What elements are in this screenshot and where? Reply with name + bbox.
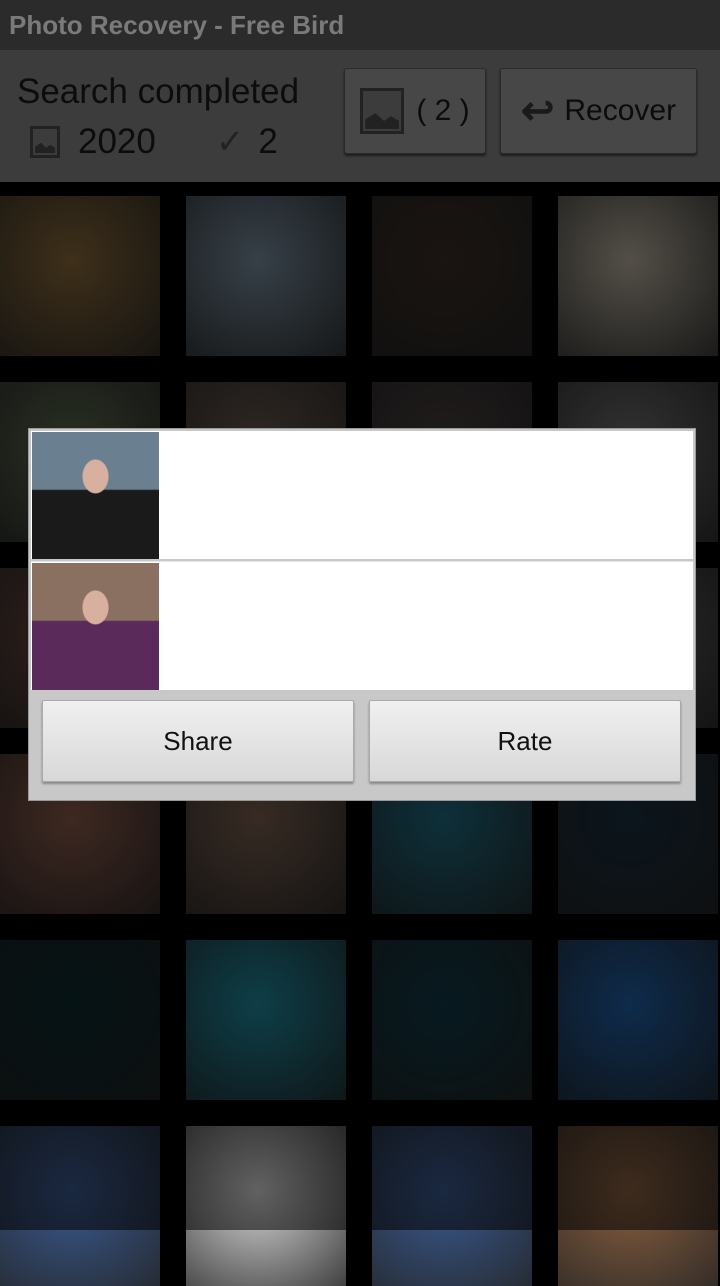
photo-thumbnail [32, 563, 159, 690]
image-icon [360, 88, 405, 134]
check-icon: ✓ [215, 123, 245, 161]
selected-photo-item[interactable] [31, 561, 693, 690]
rate-button[interactable]: Rate [369, 700, 681, 782]
selected-button-label: ( 2 ) [416, 94, 470, 127]
search-status-header: Search completed 2020 ✓ 2 ( 2 ) ↩ Recove… [0, 50, 720, 182]
recover-label: Recover [564, 94, 677, 127]
app-title-bar: Photo Recovery - Free Bird [0, 0, 720, 50]
share-button[interactable]: Share [42, 700, 354, 782]
image-icon [30, 126, 60, 158]
share-label: Share [163, 725, 233, 756]
selected-count: 2 [258, 122, 278, 161]
recover-button[interactable]: ↩ Recover [500, 68, 697, 154]
found-count: 2020 [78, 122, 156, 161]
search-stats: 2020 ✓ 2 [30, 120, 278, 164]
undo-icon: ↩ [520, 89, 555, 133]
selected-photos-dialog: Share Rate [28, 428, 696, 801]
rate-label: Rate [497, 725, 553, 756]
photo-thumbnail [32, 432, 159, 559]
app-title: Photo Recovery - Free Bird [9, 10, 345, 40]
view-selected-button[interactable]: ( 2 ) [344, 68, 486, 154]
selected-photo-item[interactable] [31, 431, 693, 559]
search-status-text: Search completed [17, 72, 300, 111]
